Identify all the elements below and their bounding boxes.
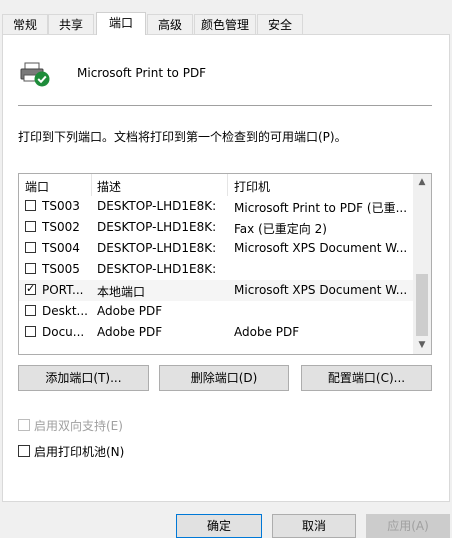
table-row[interactable]: TS003 DESKTOP-LHD1E8K: Microsoft Print t… bbox=[19, 196, 413, 217]
apply-button[interactable]: 应用(A) bbox=[366, 514, 450, 538]
printer-cell: Adobe PDF bbox=[234, 325, 300, 339]
tab-color-management[interactable]: 颜色管理 bbox=[194, 14, 256, 34]
tab-general[interactable]: 常规 bbox=[2, 14, 48, 34]
column-header-port[interactable]: 端口 bbox=[25, 178, 49, 195]
port-checkbox[interactable] bbox=[25, 326, 36, 337]
description-cell: DESKTOP-LHD1E8K: bbox=[97, 220, 217, 234]
scroll-up-icon[interactable]: ▲ bbox=[413, 174, 431, 191]
delete-port-button[interactable]: 删除端口(D) bbox=[159, 365, 289, 391]
port-cell: TS003 bbox=[42, 199, 80, 213]
ports-list[interactable]: 端口 描述 打印机 TS003 DESKTOP-LHD1E8K: Microso… bbox=[18, 173, 432, 355]
table-row[interactable]: TS004 DESKTOP-LHD1E8K: Microsoft XPS Doc… bbox=[19, 238, 413, 259]
printer-pooling-label: 启用打印机池(N) bbox=[34, 445, 125, 459]
port-checkbox[interactable] bbox=[25, 200, 36, 211]
table-row[interactable]: TS002 DESKTOP-LHD1E8K: Fax (已重定向 2) bbox=[19, 217, 413, 238]
description-cell: DESKTOP-LHD1E8K: bbox=[97, 241, 217, 255]
port-cell: TS004 bbox=[42, 241, 80, 255]
checkbox-box[interactable] bbox=[18, 445, 30, 457]
description-cell: DESKTOP-LHD1E8K: bbox=[97, 262, 217, 276]
description-cell: Adobe PDF bbox=[97, 325, 163, 339]
scroll-thumb[interactable] bbox=[416, 274, 428, 336]
tab-ports[interactable]: 端口 bbox=[96, 12, 146, 35]
vertical-scrollbar[interactable]: ▲ ▼ bbox=[413, 174, 431, 354]
port-cell: Docu... bbox=[42, 325, 85, 339]
port-cell: TS005 bbox=[42, 262, 80, 276]
column-header-description[interactable]: 描述 bbox=[97, 178, 121, 195]
port-cell: TS002 bbox=[42, 220, 80, 234]
printer-cell: Microsoft XPS Document W... bbox=[234, 241, 408, 255]
port-checkbox[interactable] bbox=[25, 305, 36, 316]
checkmark-icon: ✓ bbox=[26, 282, 36, 295]
cancel-button[interactable]: 取消 bbox=[272, 514, 356, 538]
table-row[interactable]: Docu... Adobe PDF Adobe PDF bbox=[19, 322, 413, 343]
description-cell: 本地端口 bbox=[97, 285, 146, 299]
table-row[interactable]: ✓ PORT... 本地端口 Microsoft XPS Document W.… bbox=[19, 280, 413, 301]
tab-security[interactable]: 安全 bbox=[257, 14, 303, 34]
port-cell: PORT... bbox=[42, 283, 84, 297]
instruction-text: 打印到下列端口。文档将打印到第一个检查到的可用端口(P)。 bbox=[18, 130, 347, 144]
description-cell: Adobe PDF bbox=[97, 304, 163, 318]
port-checkbox[interactable] bbox=[25, 221, 36, 232]
printer-cell: Microsoft XPS Document W... bbox=[234, 283, 408, 297]
configure-port-button[interactable]: 配置端口(C)... bbox=[301, 365, 432, 391]
printer-cell: Fax (已重定向 2) bbox=[234, 222, 327, 236]
port-checkbox[interactable]: ✓ bbox=[25, 282, 36, 295]
printer-name: Microsoft Print to PDF bbox=[77, 66, 207, 80]
printer-icon bbox=[20, 62, 50, 87]
tab-bar: 常规 共享 端口 高级 颜色管理 安全 bbox=[0, 12, 452, 35]
bidirectional-support-label: 启用双向支持(E) bbox=[34, 419, 123, 433]
table-row[interactable]: TS005 DESKTOP-LHD1E8K: bbox=[19, 259, 413, 280]
list-header: 端口 描述 打印机 bbox=[19, 174, 413, 196]
printer-cell: Microsoft Print to PDF (已重... bbox=[234, 201, 408, 215]
green-check-icon bbox=[34, 71, 50, 87]
port-cell: Deskt... bbox=[42, 304, 88, 318]
tab-advanced[interactable]: 高级 bbox=[147, 14, 193, 34]
port-checkbox[interactable] bbox=[25, 242, 36, 253]
tab-sharing[interactable]: 共享 bbox=[48, 14, 94, 34]
ok-button[interactable]: 确定 bbox=[176, 514, 262, 538]
description-cell: DESKTOP-LHD1E8K: bbox=[97, 199, 217, 213]
add-port-button[interactable]: 添加端口(T)... bbox=[18, 365, 149, 391]
table-row[interactable]: Deskt... Adobe PDF bbox=[19, 301, 413, 322]
port-checkbox[interactable] bbox=[25, 263, 36, 274]
column-header-printer[interactable]: 打印机 bbox=[234, 178, 270, 195]
checkbox-box[interactable] bbox=[18, 419, 30, 431]
ports-panel: Microsoft Print to PDF 打印到下列端口。文档将打印到第一个… bbox=[2, 34, 450, 502]
scroll-down-icon[interactable]: ▼ bbox=[413, 337, 431, 354]
separator bbox=[18, 105, 432, 106]
